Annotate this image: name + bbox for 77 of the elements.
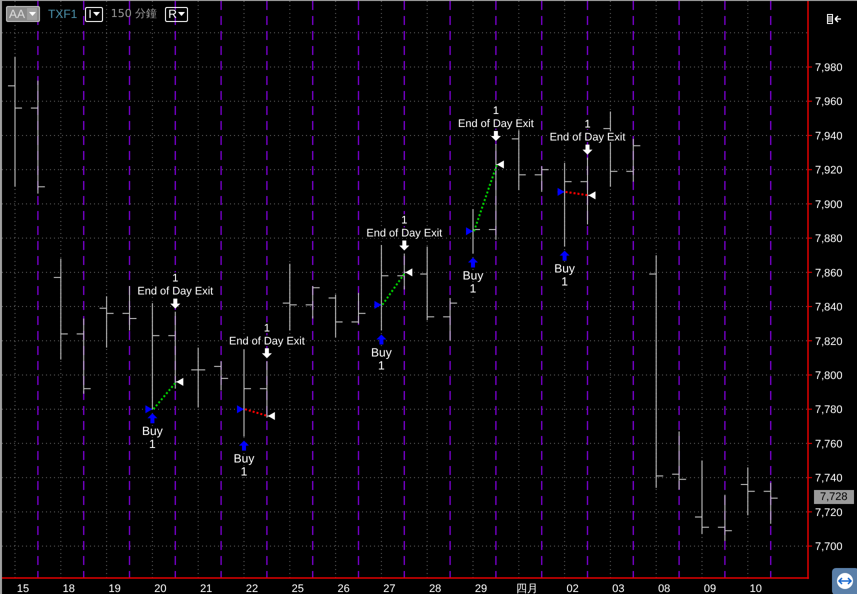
date-tick-label: 09 <box>704 583 716 594</box>
exit-marker-icon <box>496 160 504 169</box>
date-tick-label: 03 <box>612 583 625 594</box>
buy-arrow-icon <box>147 413 158 424</box>
price-tick-label: 7,700 <box>815 541 843 554</box>
exit-marker-icon <box>176 378 184 386</box>
price-tick-label: 7,780 <box>815 404 843 416</box>
app-icon[interactable] <box>832 568 857 594</box>
symbol-label: TXF1 <box>48 6 78 23</box>
exit-arrow-icon <box>262 348 272 358</box>
date-tick-label: 21 <box>200 583 212 594</box>
buy-arrow-icon <box>376 334 386 344</box>
price-tick-label: 7,960 <box>815 96 843 108</box>
date-tick-label: 28 <box>429 583 442 594</box>
date-tick-label: 18 <box>62 583 75 594</box>
price-tick-label: 7,720 <box>815 506 843 519</box>
last-price-tag: 7,728 <box>814 490 854 504</box>
date-tick-label: 29 <box>474 583 488 594</box>
exit-quantity: 1 <box>264 322 270 334</box>
range-dropdown[interactable]: R <box>165 6 188 22</box>
price-tick-label: 7,820 <box>815 336 843 348</box>
buy-arrow-icon <box>239 440 249 451</box>
caret-icon <box>92 12 100 16</box>
buy-arrow-icon <box>468 258 478 268</box>
buy-label: Buy <box>142 424 163 438</box>
date-tick-label: 四月 <box>516 583 538 594</box>
date-tick-label: 08 <box>658 583 670 594</box>
caret-icon <box>29 12 36 16</box>
exit-arrow-icon <box>490 131 501 141</box>
price-tick-label: 7,760 <box>815 438 843 450</box>
exit-arrow-icon <box>170 298 180 309</box>
price-tick-label: 7,860 <box>815 267 843 280</box>
entry-marker-icon <box>558 188 565 196</box>
entry-marker-icon <box>145 405 152 414</box>
exit-arrow-icon <box>582 144 592 155</box>
date-tick-label: 20 <box>154 583 167 594</box>
date-tick-label: 02 <box>566 583 579 594</box>
buy-label: Buy <box>234 452 254 466</box>
price-tick-label: 7,900 <box>815 198 843 211</box>
exit-marker-icon <box>405 268 412 276</box>
buy-quantity: 1 <box>149 437 156 452</box>
date-tick-label: 22 <box>246 583 258 594</box>
price-tick-label: 7,800 <box>815 370 843 382</box>
date-tick-label: 10 <box>750 583 762 594</box>
interval-label: 150 分鐘 <box>110 6 158 22</box>
buy-quantity: 1 <box>561 274 568 289</box>
buy-quantity: 1 <box>240 464 248 479</box>
entry-marker-icon <box>374 300 382 309</box>
price-tick-label: 7,740 <box>815 472 843 485</box>
price-tick-label: 7,940 <box>815 130 843 142</box>
buy-quantity: 1 <box>470 282 476 296</box>
buy-arrow-icon <box>560 250 570 261</box>
price-tick-label: 7,840 <box>815 302 843 314</box>
entry-marker-icon <box>237 405 244 414</box>
entry-marker-icon <box>466 227 473 236</box>
exit-marker-icon <box>588 191 596 200</box>
panel-toggle-icon[interactable] <box>827 14 841 24</box>
date-tick-label: 27 <box>383 583 396 594</box>
price-tick-label: 7,920 <box>815 164 843 177</box>
exit-label: End of Day Exit <box>228 335 305 348</box>
buy-label: Buy <box>554 262 575 276</box>
date-tick-label: 25 <box>292 583 304 594</box>
exit-label: End of Day Exit <box>366 228 442 240</box>
exit-marker-icon <box>268 412 275 420</box>
buy-quantity: 1 <box>378 358 385 372</box>
buy-label: Buy <box>371 346 392 360</box>
price-tick-label: 7,980 <box>815 62 843 74</box>
exit-quantity: 1 <box>172 272 178 285</box>
price-tick-label: 7,880 <box>815 233 843 246</box>
exit-quantity: 1 <box>401 214 408 226</box>
date-tick-label: 26 <box>337 583 350 594</box>
buy-label: Buy <box>462 268 484 282</box>
date-tick-label: 15 <box>16 583 30 594</box>
chart-type-dropdown[interactable]: I <box>85 6 103 22</box>
caret-icon <box>178 12 185 16</box>
date-tick-label: 19 <box>108 583 121 594</box>
exit-arrow-icon <box>399 240 410 250</box>
